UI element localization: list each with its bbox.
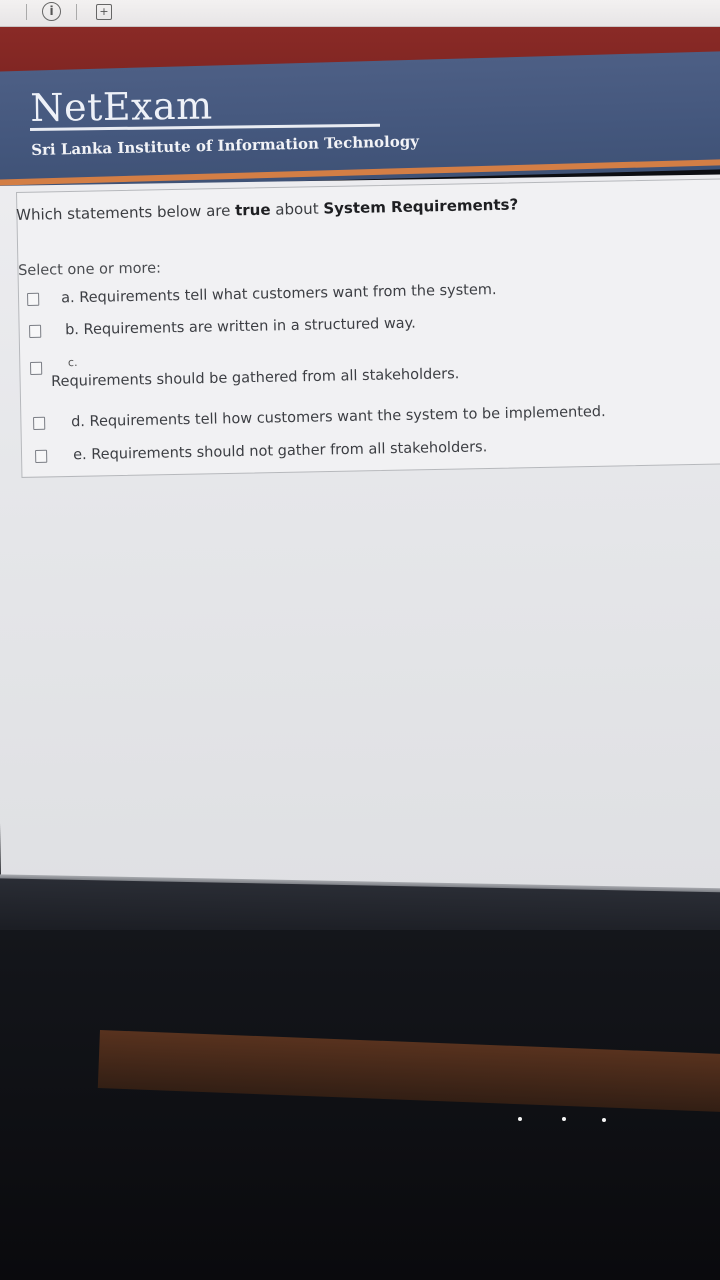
answer-option-c[interactable] (30, 361, 43, 375)
toolbar-separator (76, 4, 77, 20)
checkbox-d[interactable] (33, 416, 46, 430)
checkbox-a[interactable] (27, 292, 40, 306)
indicator-light (602, 1118, 606, 1122)
indicator-light (562, 1117, 566, 1121)
question-middle: about (270, 199, 324, 219)
answer-option-c-letter: c. (67, 355, 78, 370)
checkbox-b[interactable] (29, 324, 42, 338)
photographed-screen: i + NetExam Sri Lanka Institute of Infor… (0, 0, 720, 1280)
netexam-logo[interactable]: NetExam (30, 83, 213, 130)
browser-toolbar: i + (0, 0, 720, 27)
question-emphasis-true: true (234, 200, 271, 220)
toolbar-separator (26, 4, 27, 20)
info-icon[interactable]: i (42, 2, 61, 21)
checkbox-c[interactable] (30, 361, 43, 375)
select-instruction: Select one or more: (18, 260, 162, 279)
checkbox-e[interactable] (35, 449, 48, 463)
add-bookmark-icon[interactable]: + (96, 4, 112, 20)
indicator-light (518, 1117, 522, 1121)
